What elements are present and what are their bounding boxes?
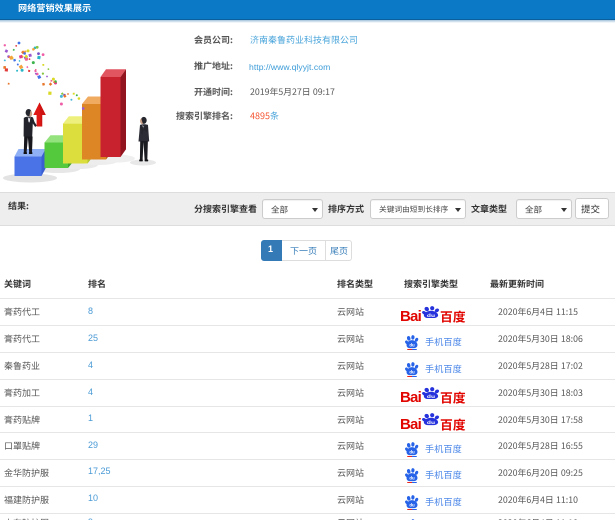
svg-text:du: du	[409, 503, 415, 508]
svg-text:du: du	[409, 342, 415, 347]
svg-text:du: du	[427, 421, 436, 426]
svg-text:du: du	[409, 449, 415, 454]
svg-text:du: du	[427, 394, 436, 399]
svg-text:du: du	[427, 313, 436, 318]
svg-text:du: du	[409, 476, 415, 481]
svg-text:du: du	[409, 369, 415, 374]
